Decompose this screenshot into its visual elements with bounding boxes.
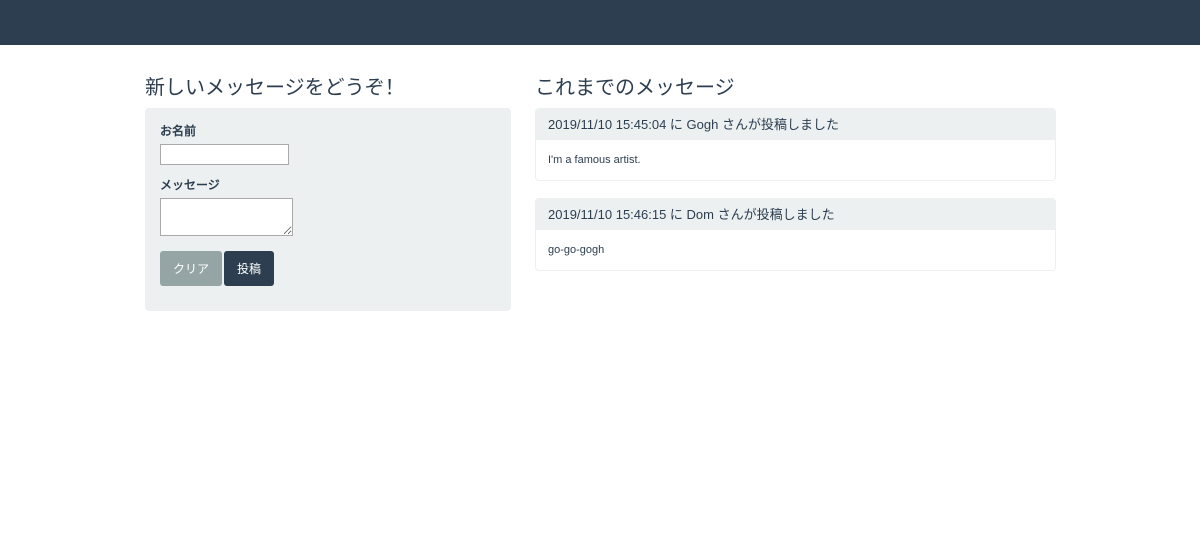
message-form: お名前 メッセージ クリア 投稿 [145,108,511,311]
top-navbar [0,0,1200,45]
message-card: 2019/11/10 15:45:04 に Gogh さんが投稿しました I'm… [535,108,1056,181]
form-buttons: クリア 投稿 [160,251,496,286]
name-label: お名前 [160,124,197,138]
message-history-title: これまでのメッセージ [535,77,735,99]
post-button[interactable]: 投稿 [224,251,274,286]
new-message-title: 新しいメッセージをどうぞ！ [145,77,405,99]
name-input[interactable] [160,144,289,165]
message-card-body: go-go-gogh [548,244,605,256]
message-label: メッセージ [160,178,220,192]
message-textarea[interactable] [160,198,293,236]
message-card: 2019/11/10 15:46:15 に Dom さんが投稿しました go-g… [535,198,1056,271]
message-history-column: これまでのメッセージ 2019/11/10 15:45:04 に Gogh さん… [535,75,1056,271]
new-message-column: 新しいメッセージをどうぞ！ お名前 メッセージ クリア 投稿 [145,75,511,311]
message-card-body: I'm a famous artist. [548,154,641,166]
message-card-header: 2019/11/10 15:46:15 に Dom さんが投稿しました [536,199,1055,230]
message-card-header: 2019/11/10 15:45:04 に Gogh さんが投稿しました [536,109,1055,140]
clear-button[interactable]: クリア [160,251,222,286]
